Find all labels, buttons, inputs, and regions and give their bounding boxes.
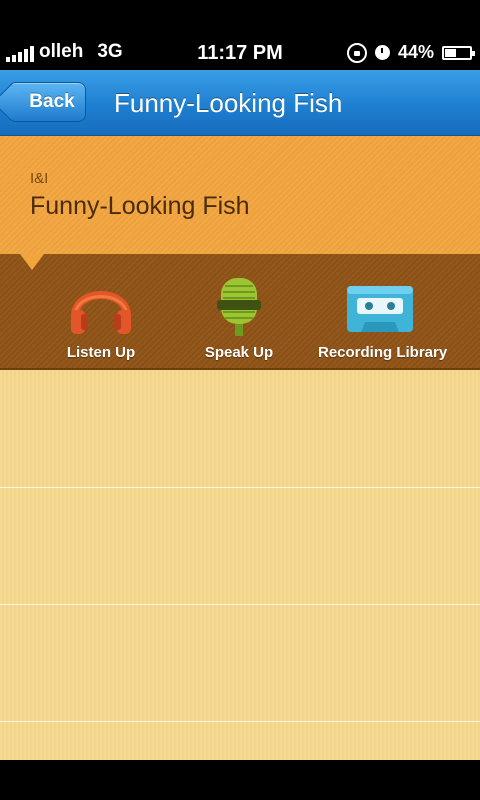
speak-up-button[interactable]: Speak Up [198,276,280,361]
status-right: 44% [346,42,475,63]
divider [0,604,480,605]
recording-library-button[interactable]: Recording Library [318,276,448,361]
lesson-header: I&I Funny-Looking Fish [0,136,480,254]
activity-toolbar: Listen Up Speak Up Recording Library [0,254,480,370]
microphone-icon [217,278,261,336]
cassette-icon [347,286,413,332]
listen-up-button[interactable]: Listen Up [58,276,144,361]
navigation-bar: Back Funny-Looking Fish [0,70,480,136]
listen-up-label: Listen Up [66,344,136,361]
back-button-label: Back [29,91,75,112]
battery-percent: 44% [397,42,434,62]
divider [0,721,480,722]
rotation-lock-icon [346,42,367,63]
lesson-series: I&I [30,170,49,187]
headphones-icon [71,291,131,334]
alarm-icon [374,45,390,60]
back-button[interactable]: Back [8,82,86,122]
bottom-bar [0,760,480,800]
recording-library-label: Recording Library [318,344,448,361]
lined-content-area [0,370,480,760]
speak-up-label: Speak Up [204,344,274,361]
header-pointer [20,254,44,270]
divider [0,487,480,488]
nav-title: Funny-Looking Fish [114,88,343,118]
lesson-title: Funny-Looking Fish [30,192,250,220]
battery-fill [445,48,456,57]
status-bar: olleh 3G 11:17 PM 44% [0,0,480,70]
battery-icon [442,45,475,60]
